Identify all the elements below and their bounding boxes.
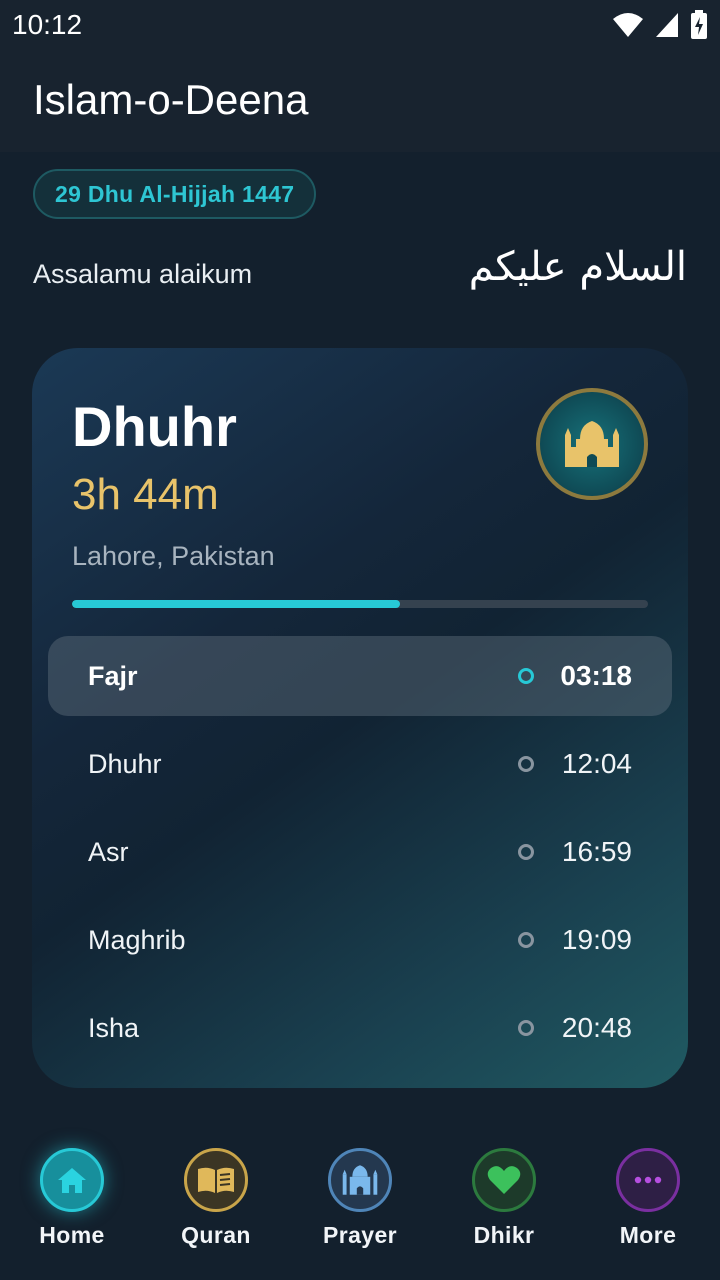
status-time: 10:12 <box>12 9 83 40</box>
more-icon <box>616 1148 680 1212</box>
prayer-progress-fill <box>72 600 401 608</box>
prayer-status-dot <box>518 1020 534 1036</box>
prayer-name: Maghrib <box>88 925 186 955</box>
status-icons <box>612 10 708 40</box>
nav-label: Quran <box>181 1222 251 1248</box>
status-bar: 10:12 <box>0 0 720 50</box>
app-title: Islam-o-Deena <box>33 76 309 123</box>
prayer-time: 19:09 <box>561 924 632 955</box>
next-prayer-name: Dhuhr <box>72 395 237 458</box>
prayer-progress-bar <box>72 600 648 608</box>
prayer-name: Fajr <box>88 661 138 691</box>
app-bar: Islam-o-Deena <box>0 50 720 152</box>
signal-icon <box>656 13 678 37</box>
wifi-icon <box>613 13 643 37</box>
prayer-row-maghrib[interactable]: Maghrib 19:09 <box>48 900 672 980</box>
nav-item-dhikr[interactable]: Dhikr <box>432 1130 576 1280</box>
nav-item-more[interactable]: More <box>576 1130 720 1280</box>
nav-item-home[interactable]: Home <box>0 1130 144 1280</box>
hijri-date-chip: 29 Dhu Al-Hijjah 1447 <box>33 169 317 219</box>
battery-icon <box>691 10 707 39</box>
prayer-name: Isha <box>88 1013 140 1043</box>
nav-item-quran[interactable]: Quran <box>144 1130 288 1280</box>
prayer-time: 16:59 <box>561 836 632 867</box>
home-icon <box>40 1148 104 1212</box>
prayer-row-isha[interactable]: Isha 20:48 <box>48 988 672 1068</box>
prayer-times-card: Dhuhr 3h 44m Lahore, Pakistan Fajr 03:18… <box>32 348 688 1088</box>
mosque-icon <box>536 388 648 500</box>
greeting-text: Assalamu alaikum <box>33 259 253 289</box>
nav-label: Dhikr <box>473 1222 535 1248</box>
prayer-time: 03:18 <box>560 660 632 691</box>
prayer-status-dot <box>518 932 534 948</box>
next-prayer-countdown: 3h 44m <box>72 470 219 519</box>
prayer-row-fajr[interactable]: Fajr 03:18 <box>48 636 672 716</box>
mosque-icon <box>328 1148 392 1212</box>
prayer-status-dot <box>518 668 534 684</box>
prayer-status-dot <box>518 844 534 860</box>
nav-item-prayer[interactable]: Prayer <box>288 1130 432 1280</box>
heart-icon <box>472 1148 536 1212</box>
prayer-name: Dhuhr <box>88 749 162 779</box>
nav-label: Prayer <box>322 1222 398 1248</box>
prayer-status-dot <box>518 756 534 772</box>
nav-label: Home <box>39 1222 105 1248</box>
prayer-time: 20:48 <box>561 1012 632 1043</box>
bottom-navigation: Home Quran Prayer Dhikr More <box>0 1130 720 1280</box>
location-label: Lahore, Pakistan <box>72 541 275 571</box>
nav-label: More <box>619 1222 677 1248</box>
book-icon <box>184 1148 248 1212</box>
prayer-row-asr[interactable]: Asr 16:59 <box>48 812 672 892</box>
greeting-arabic-text: السلام عليكم <box>468 244 687 290</box>
prayer-row-dhuhr[interactable]: Dhuhr 12:04 <box>48 724 672 804</box>
prayer-name: Asr <box>88 837 129 867</box>
prayer-time: 12:04 <box>561 748 632 779</box>
